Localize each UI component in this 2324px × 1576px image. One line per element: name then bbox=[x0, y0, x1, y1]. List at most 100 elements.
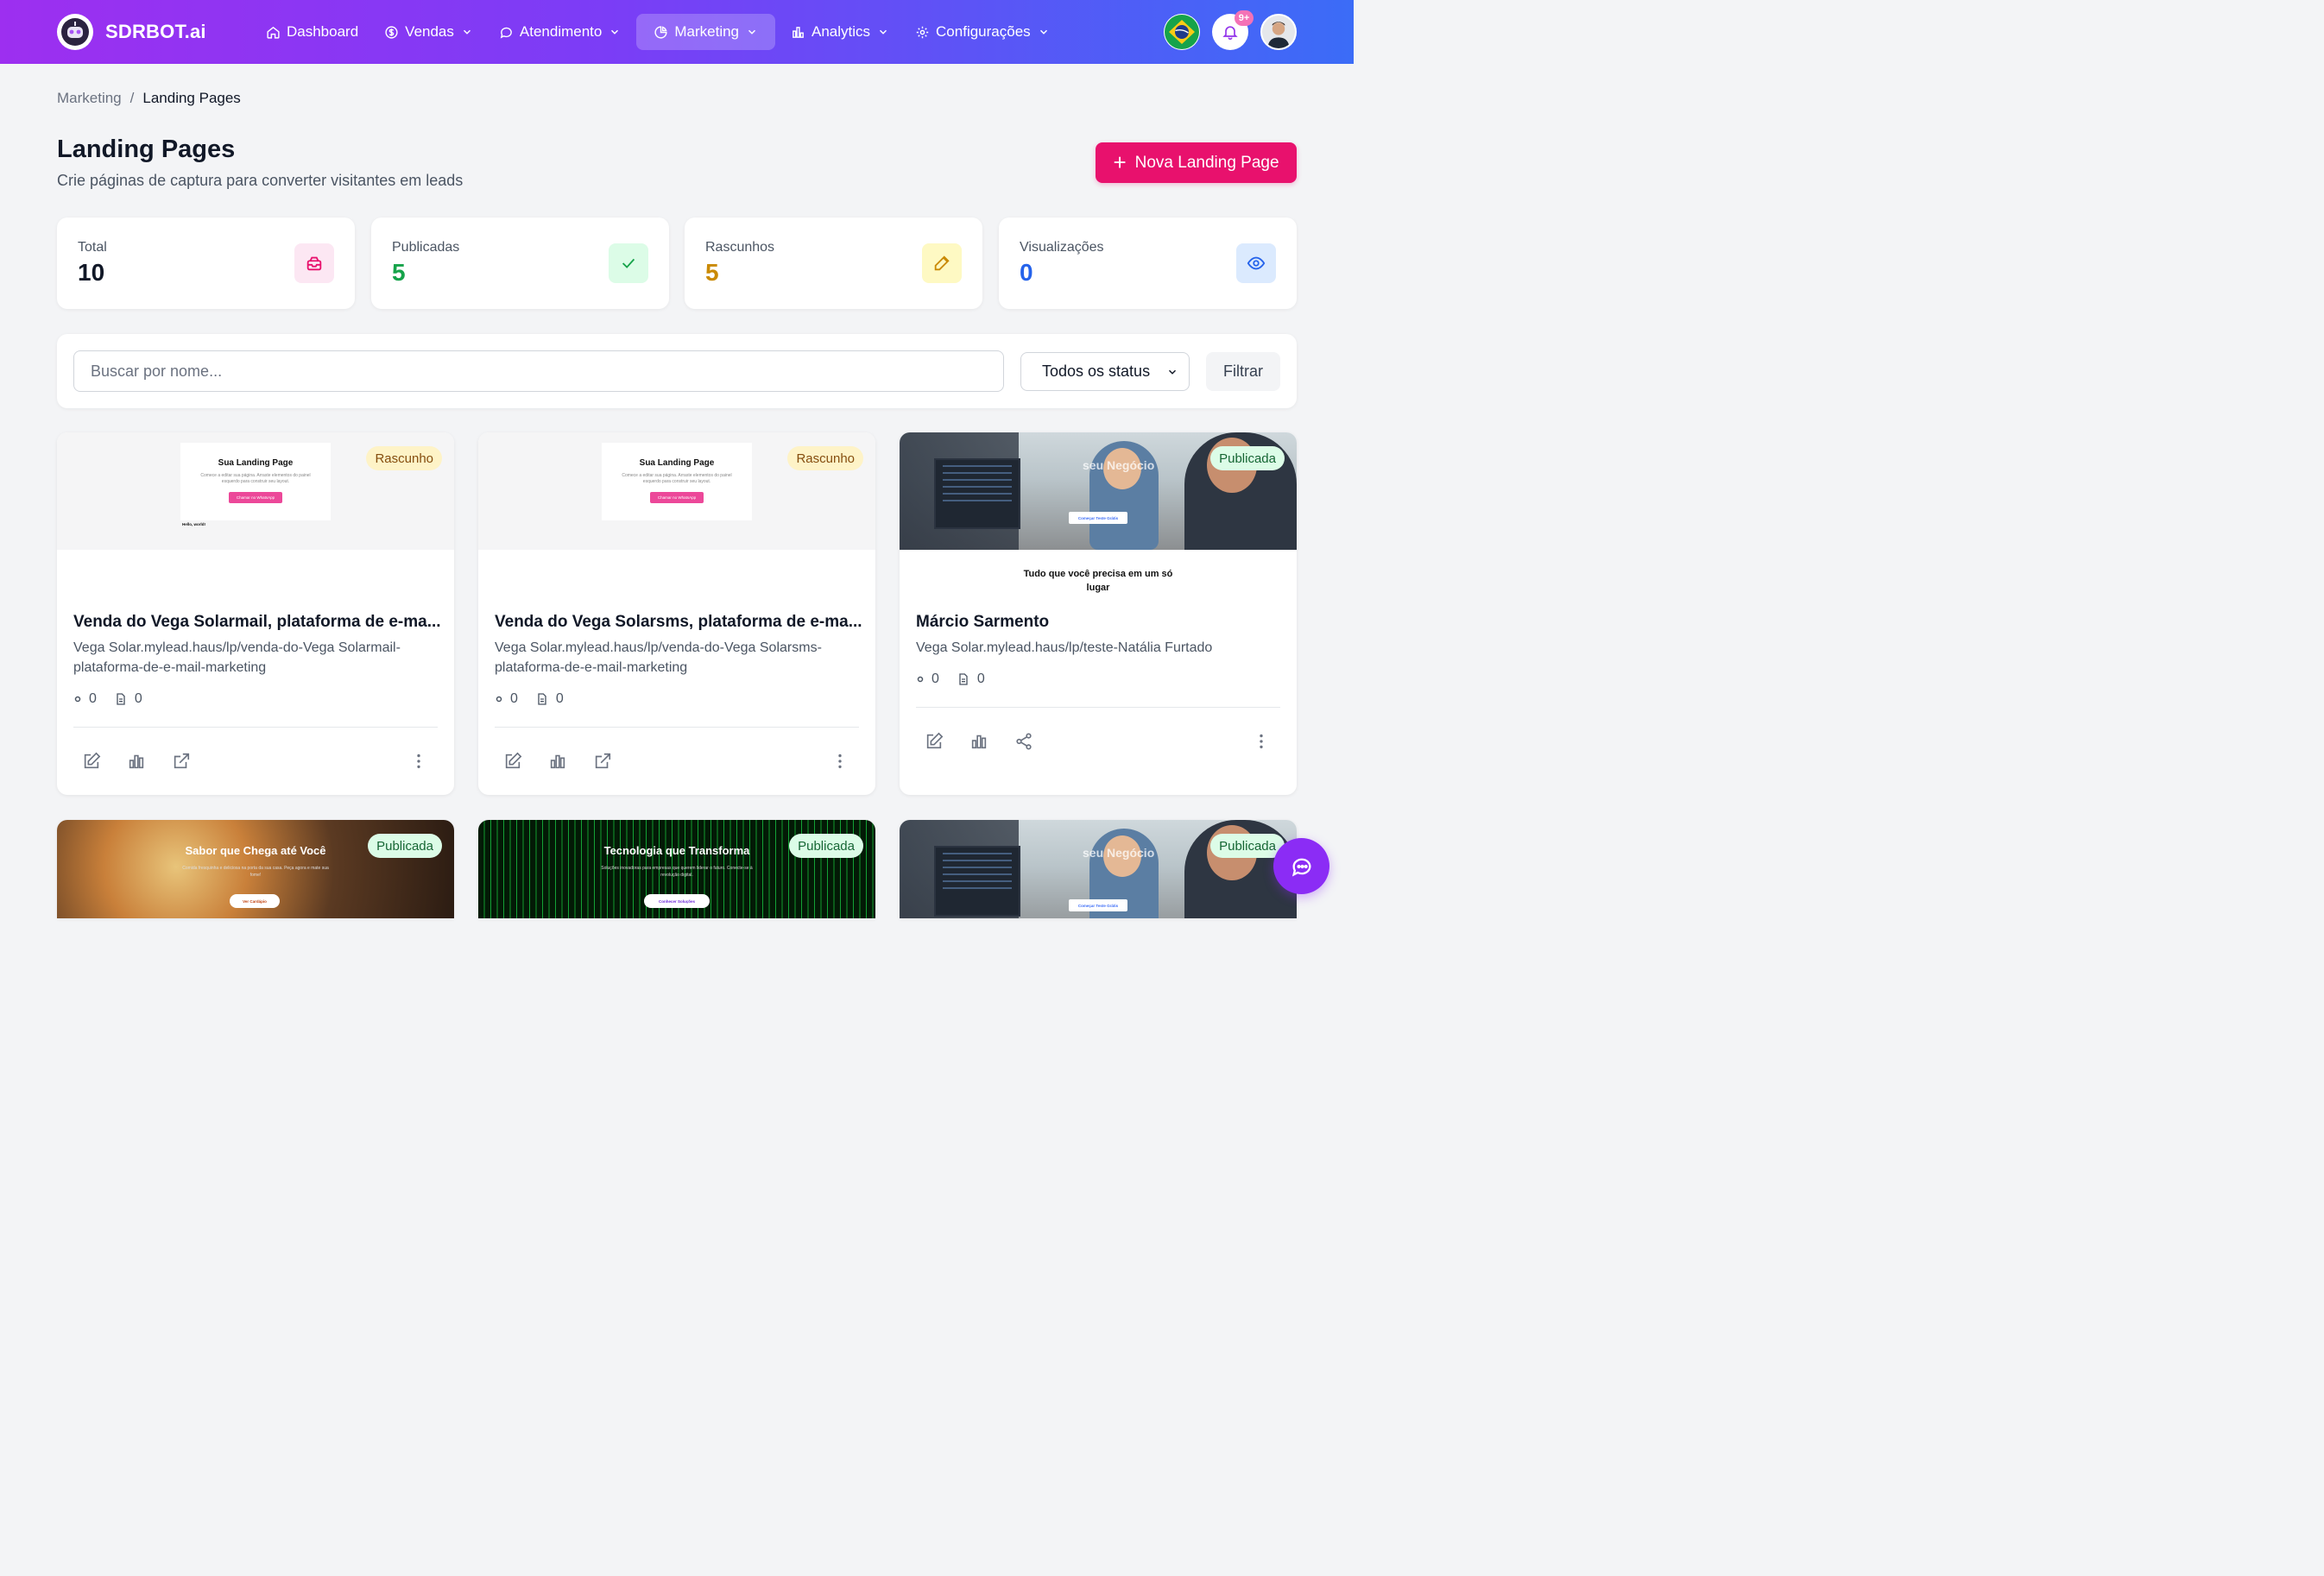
breadcrumb-marketing[interactable]: Marketing bbox=[57, 90, 122, 107]
breadcrumb-separator: / bbox=[129, 90, 135, 106]
more-options-icon[interactable] bbox=[1252, 732, 1271, 751]
preview-title: Sua Landing Page bbox=[218, 458, 294, 468]
preview-page: Sua Landing Page Comece a editar sua pág… bbox=[602, 443, 752, 520]
document-icon bbox=[117, 693, 125, 705]
document-icon bbox=[538, 693, 546, 705]
card-preview[interactable]: Sua Landing Page Comece a editar sua pág… bbox=[57, 432, 454, 550]
edit-icon bbox=[922, 243, 962, 283]
card-preview[interactable]: Sua Landing Page Comece a editar sua pág… bbox=[478, 432, 875, 550]
edit-icon[interactable] bbox=[82, 752, 101, 771]
robot-logo-icon bbox=[57, 14, 93, 50]
bar-chart-icon[interactable] bbox=[127, 752, 146, 771]
user-avatar[interactable] bbox=[1260, 14, 1297, 50]
stat-value: 10 bbox=[78, 259, 105, 286]
nav-label: Dashboard bbox=[287, 23, 359, 40]
stat-label: Visualizações bbox=[1020, 240, 1104, 255]
chevron-down-icon bbox=[1039, 29, 1047, 35]
stat-card-rascunhos: Rascunhos 5 bbox=[685, 217, 982, 309]
card-preview[interactable]: Sabor que Chega até Você Comida fresquin… bbox=[57, 820, 454, 918]
inbox-icon bbox=[294, 243, 334, 283]
preview-headline: seu Negócio bbox=[1083, 458, 1155, 472]
landing-page-card[interactable]: Tecnologia que Transforma Soluções inova… bbox=[478, 820, 875, 918]
chevron-down-icon bbox=[1168, 369, 1177, 375]
status-badge: Rascunho bbox=[787, 446, 863, 470]
plus-icon: + bbox=[1113, 148, 1127, 175]
card-url: Vega Solar.mylead.haus/lp/venda-do-Vega … bbox=[495, 640, 822, 676]
search-input[interactable] bbox=[73, 350, 1004, 392]
stat-card-visualizacoes: Visualizações 0 bbox=[999, 217, 1297, 309]
card-url: Vega Solar.mylead.haus/lp/venda-do-Vega … bbox=[73, 640, 401, 676]
stat-label: Total bbox=[78, 240, 107, 255]
edit-icon[interactable] bbox=[503, 752, 522, 771]
card-preview[interactable]: seu Negócio Começar Teste Grátis Publica… bbox=[900, 432, 1297, 550]
views-count: 0 bbox=[495, 691, 518, 707]
landing-page-card[interactable]: Sua Landing Page Comece a editar sua pág… bbox=[478, 432, 875, 795]
preview-text: Soluções inovadoras para empresas que qu… bbox=[601, 866, 753, 878]
card-title[interactable]: Márcio Sarmento bbox=[916, 613, 1049, 632]
preview-page: Sua Landing Page Comece a editar sua pág… bbox=[180, 443, 331, 520]
filter-button[interactable]: Filtrar bbox=[1206, 352, 1280, 391]
card-title[interactable]: Venda do Vega Solarsms, plataforma de e-… bbox=[495, 613, 862, 632]
preview-photo-monitor bbox=[934, 458, 1020, 529]
notifications-button[interactable]: 9+ bbox=[1212, 10, 1254, 50]
edit-icon[interactable] bbox=[925, 732, 944, 751]
chat-bubble-icon bbox=[1291, 858, 1310, 877]
filter-bar: Todos os status Filtrar bbox=[57, 334, 1297, 408]
new-landing-page-button[interactable]: + Nova Landing Page bbox=[1096, 142, 1297, 183]
dot-icon bbox=[917, 676, 924, 683]
card-preview[interactable]: Tecnologia que Transforma Soluções inova… bbox=[478, 820, 875, 918]
preview-text: Comece a editar sua página. Arraste elem… bbox=[622, 473, 732, 484]
top-navbar: SDRBOT.ai Dashboard Vendas Atendimento M… bbox=[0, 0, 1354, 64]
external-link-icon[interactable] bbox=[172, 752, 191, 771]
views-value: 0 bbox=[931, 671, 939, 686]
eye-icon bbox=[1236, 243, 1276, 283]
chat-support-button[interactable] bbox=[1273, 838, 1329, 894]
preview-photo-monitor bbox=[934, 846, 1020, 917]
card-preview[interactable]: seu Negócio Começar Teste Grátis Publica… bbox=[900, 820, 1297, 918]
nav-marketing[interactable]: Marketing bbox=[636, 14, 775, 50]
landing-page-card[interactable]: Sabor que Chega até Você Comida fresquin… bbox=[57, 820, 454, 918]
app-logo[interactable]: SDRBOT.ai bbox=[57, 14, 206, 50]
external-link-icon[interactable] bbox=[593, 752, 612, 771]
preview-text: Comida fresquinha e deliciosa na porta d… bbox=[182, 866, 329, 878]
nav-configuracoes[interactable]: Configurações bbox=[905, 14, 1060, 50]
stat-value: 5 bbox=[392, 259, 406, 286]
status-badge: Publicada bbox=[1210, 446, 1285, 470]
landing-page-card[interactable]: Sua Landing Page Comece a editar sua pág… bbox=[57, 432, 454, 795]
card-url: Vega Solar.mylead.haus/lp/teste-Natália … bbox=[916, 640, 1213, 655]
more-options-icon[interactable] bbox=[409, 752, 428, 771]
gear-icon bbox=[916, 26, 929, 38]
document-icon bbox=[959, 673, 968, 685]
card-title[interactable]: Venda do Vega Solarmail, plataforma de e… bbox=[73, 613, 441, 632]
bar-chart-icon[interactable] bbox=[548, 752, 567, 771]
nav-dashboard[interactable]: Dashboard bbox=[256, 14, 369, 50]
nav-analytics[interactable]: Analytics bbox=[780, 14, 900, 50]
breadcrumb: Marketing / Landing Pages bbox=[57, 90, 241, 107]
card-meta: 0 0 bbox=[916, 671, 985, 687]
status-select-value: Todos os status bbox=[1042, 362, 1151, 380]
nav-label: Vendas bbox=[405, 23, 454, 40]
landing-page-card[interactable]: seu Negócio Começar Teste Grátis Publica… bbox=[900, 432, 1297, 795]
more-options-icon[interactable] bbox=[830, 752, 849, 771]
nav-label: Marketing bbox=[674, 23, 739, 40]
app-name: SDRBOT.ai bbox=[105, 21, 206, 42]
preview-button: Chamar no WhatsApp bbox=[649, 492, 704, 503]
chevron-down-icon bbox=[748, 29, 756, 35]
chevron-down-icon bbox=[880, 29, 887, 35]
status-select[interactable]: Todos os status bbox=[1020, 352, 1190, 391]
views-count: 0 bbox=[916, 671, 939, 687]
preview-button: Chamar no WhatsApp bbox=[228, 492, 283, 503]
language-selector[interactable] bbox=[1164, 14, 1200, 50]
nav-vendas[interactable]: Vendas bbox=[374, 14, 483, 50]
notification-count-badge: 9+ bbox=[1235, 10, 1254, 26]
page-subtitle: Crie páginas de captura para converter v… bbox=[57, 172, 464, 189]
dollar-circle-icon bbox=[385, 25, 398, 39]
brazil-flag-icon bbox=[1165, 15, 1199, 49]
nav-atendimento[interactable]: Atendimento bbox=[489, 14, 631, 50]
landing-page-card[interactable]: seu Negócio Começar Teste Grátis Publica… bbox=[900, 820, 1297, 918]
bar-chart-icon[interactable] bbox=[969, 732, 988, 751]
preview-tagline: Tudo que você precisa em um só lugar bbox=[1023, 569, 1173, 593]
nav-label: Atendimento bbox=[519, 23, 603, 40]
views-count: 0 bbox=[73, 691, 97, 707]
share-icon[interactable] bbox=[1014, 732, 1033, 751]
